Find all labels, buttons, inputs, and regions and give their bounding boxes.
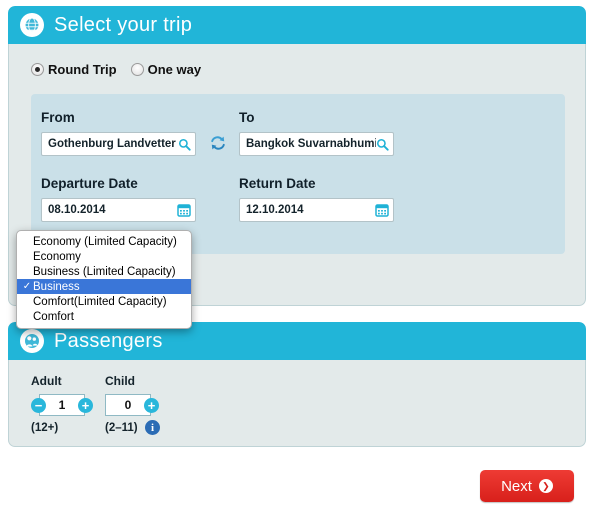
child-increment-button[interactable]: + bbox=[144, 397, 159, 413]
return-date-value: 12.10.2014 bbox=[246, 204, 304, 216]
dropdown-option-comfort-limited[interactable]: Comfort(Limited Capacity) bbox=[17, 294, 191, 309]
child-age-note: (2–11) bbox=[105, 422, 138, 434]
adult-age-note: (12+) bbox=[31, 422, 59, 434]
search-icon[interactable] bbox=[376, 138, 389, 151]
cabin-class-dropdown[interactable]: Economy (Limited Capacity) Economy Busin… bbox=[16, 230, 192, 329]
dropdown-option-comfort[interactable]: Comfort bbox=[17, 309, 191, 324]
adult-increment-button[interactable]: + bbox=[78, 397, 93, 413]
select-trip-header: Select your trip bbox=[8, 6, 586, 44]
arrow-right-icon: ❯ bbox=[538, 479, 553, 493]
select-trip-title: Select your trip bbox=[54, 13, 193, 36]
swap-arrows-icon bbox=[211, 136, 225, 150]
passengers-icon bbox=[20, 329, 44, 353]
passengers-title: Passengers bbox=[54, 329, 163, 352]
to-input[interactable]: Bangkok Suvarnabhumi A bbox=[239, 132, 394, 156]
departure-date-input[interactable]: 08.10.2014 bbox=[41, 198, 196, 222]
child-stepper: 0 + bbox=[105, 394, 159, 416]
from-input[interactable]: Gothenburg Landvetter A bbox=[41, 132, 196, 156]
next-button[interactable]: Next ❯ bbox=[480, 470, 574, 502]
dropdown-option-label: Business (Limited Capacity) bbox=[33, 265, 176, 278]
from-label: From bbox=[41, 110, 75, 125]
next-button-label: Next bbox=[501, 477, 532, 495]
dropdown-option-economy[interactable]: Economy bbox=[17, 249, 191, 264]
calendar-icon[interactable] bbox=[375, 203, 389, 217]
radio-one-way[interactable] bbox=[130, 63, 144, 76]
dropdown-option-business-limited[interactable]: Business (Limited Capacity) bbox=[17, 264, 191, 279]
calendar-icon[interactable] bbox=[177, 203, 191, 217]
radio-round-trip-label[interactable]: Round Trip bbox=[48, 62, 117, 77]
return-date-input[interactable]: 12.10.2014 bbox=[239, 198, 394, 222]
search-icon[interactable] bbox=[178, 138, 191, 151]
radio-one-way-label[interactable]: One way bbox=[148, 62, 201, 77]
globe-icon bbox=[20, 13, 44, 37]
dropdown-option-business[interactable]: ✓ Business bbox=[17, 279, 191, 294]
dropdown-option-label: Comfort(Limited Capacity) bbox=[33, 295, 167, 308]
departure-date-value: 08.10.2014 bbox=[48, 204, 106, 216]
from-input-value: Gothenburg Landvetter A bbox=[48, 138, 178, 150]
adult-label: Adult bbox=[31, 374, 62, 388]
booking-page: Select your trip Round Trip One way From… bbox=[0, 0, 600, 517]
dropdown-option-economy-limited[interactable]: Economy (Limited Capacity) bbox=[17, 234, 191, 249]
dropdown-option-label: Economy bbox=[33, 250, 81, 263]
return-date-label: Return Date bbox=[239, 176, 316, 191]
trip-type-group: Round Trip One way bbox=[31, 62, 211, 77]
swap-airports-button[interactable] bbox=[207, 132, 229, 154]
to-label: To bbox=[239, 110, 255, 125]
adult-decrement-button[interactable]: − bbox=[31, 397, 46, 413]
adult-stepper: − 1 + bbox=[31, 394, 93, 416]
passengers-card: Passengers Adult − 1 + (12+) Child 0 + (… bbox=[8, 322, 586, 447]
to-input-value: Bangkok Suvarnabhumi A bbox=[246, 138, 376, 150]
dropdown-option-label: Economy (Limited Capacity) bbox=[33, 235, 177, 248]
radio-round-trip[interactable] bbox=[31, 63, 44, 76]
departure-date-label: Departure Date bbox=[41, 176, 138, 191]
dropdown-option-label: Business bbox=[33, 280, 80, 293]
dropdown-option-label: Comfort bbox=[33, 310, 74, 323]
dropdown-selected-check-icon: ✓ bbox=[22, 280, 32, 292]
passengers-body: Adult − 1 + (12+) Child 0 + (2–11) i bbox=[8, 360, 586, 447]
child-info-icon[interactable]: i bbox=[145, 420, 160, 435]
child-label: Child bbox=[105, 374, 135, 388]
